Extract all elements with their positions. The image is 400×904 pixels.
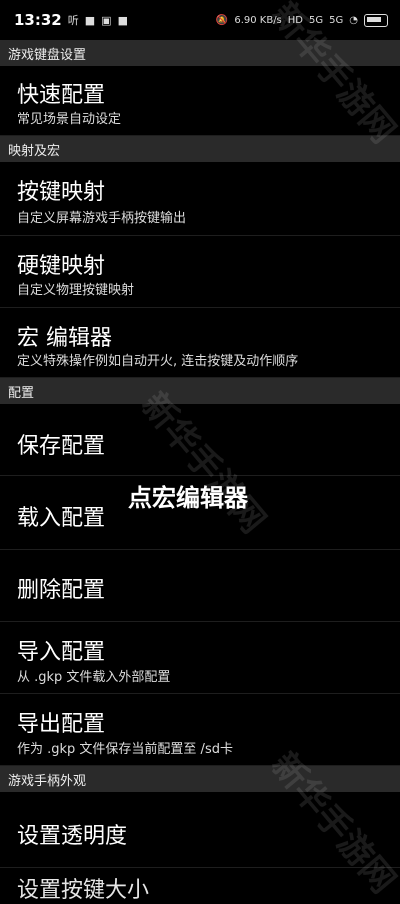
item-subtitle: 自定义物理按键映射 bbox=[17, 283, 135, 298]
item-subtitle: 常见场景自动设定 bbox=[17, 112, 122, 127]
video-icon: ■ bbox=[84, 13, 96, 27]
item-subtitle: 作为 .gkp 文件保存当前配置至 /sd卡 bbox=[17, 742, 233, 757]
settings-item-key-mapping[interactable]: 按键映射 自定义屏幕游戏手柄按键输出 bbox=[0, 162, 400, 236]
settings-item-export-config[interactable]: 导出配置 作为 .gkp 文件保存当前配置至 /sd卡 bbox=[0, 694, 400, 766]
section-header-config: 配置 bbox=[0, 378, 400, 404]
item-title: 导出配置 bbox=[17, 712, 106, 737]
item-title: 宏 编辑器 bbox=[17, 326, 112, 351]
settings-item-hardkey-mapping[interactable]: 硬键映射 自定义物理按键映射 bbox=[0, 236, 400, 308]
item-subtitle: 自定义屏幕游戏手柄按键输出 bbox=[17, 211, 187, 226]
item-title: 删除配置 bbox=[17, 578, 106, 603]
settings-item-set-button-size[interactable]: 设置按键大小 bbox=[17, 872, 149, 904]
settings-item-macro-editor[interactable]: 宏 编辑器 定义特殊操作例如自动开火, 连击按键及动作顺序 bbox=[0, 308, 400, 378]
item-subtitle: 定义特殊操作例如自动开火, 连击按键及动作顺序 bbox=[17, 354, 299, 369]
item-subtitle: 从 .gkp 文件载入外部配置 bbox=[17, 670, 171, 685]
app-icon: ■ bbox=[117, 13, 128, 27]
item-title: 按键映射 bbox=[17, 180, 106, 205]
settings-item-import-config[interactable]: 导入配置 从 .gkp 文件载入外部配置 bbox=[0, 622, 400, 694]
section-header-mapping-macro: 映射及宏 bbox=[0, 136, 400, 162]
mute-icon: 🔕 bbox=[215, 14, 229, 26]
message-icon: ▣ bbox=[101, 13, 112, 27]
battery-icon bbox=[364, 13, 388, 27]
item-title: 硬键映射 bbox=[17, 254, 106, 279]
item-title: 导入配置 bbox=[17, 640, 106, 665]
wifi-icon: ◔ bbox=[349, 14, 358, 26]
settings-item-delete-config[interactable]: 删除配置 bbox=[0, 550, 400, 622]
item-title: 保存配置 bbox=[17, 434, 106, 459]
status-time: 13:32 bbox=[14, 11, 62, 29]
item-title: 快速配置 bbox=[17, 83, 106, 108]
item-title: 载入配置 bbox=[17, 506, 106, 531]
status-bar: 13:32 听 ■ ▣ ■ 🔕 6.90 KB/s HD 5G 5G ◔ bbox=[0, 0, 400, 40]
item-title: 设置透明度 bbox=[17, 824, 128, 849]
status-left-icons: 听 ■ ▣ ■ bbox=[68, 12, 128, 28]
audio-notification-icon: 听 bbox=[67, 14, 79, 27]
signal-5g-icon-2: 5G bbox=[329, 14, 344, 26]
